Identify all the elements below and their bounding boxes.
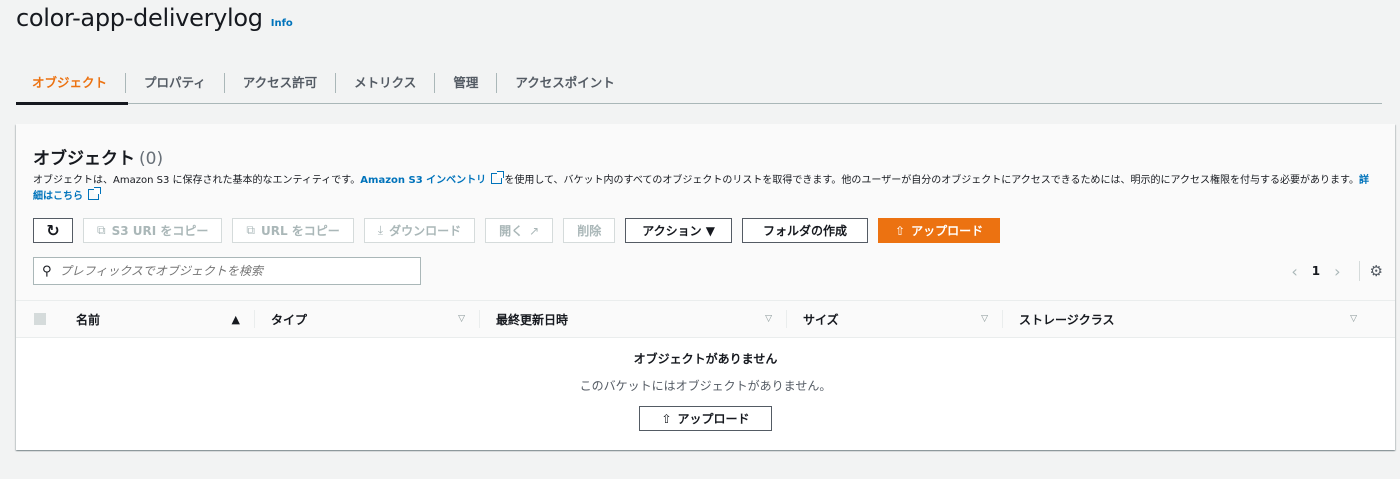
refresh-button[interactable]: ↻ [33,218,73,243]
object-count: (0) [139,149,164,169]
column-divider [479,310,480,328]
external-link-icon: ↗ [529,223,540,238]
open-button[interactable]: 開く ↗ [485,218,554,243]
column-divider [1002,310,1003,328]
download-label: ダウンロード [389,224,462,238]
column-divider [254,310,255,328]
page-header: color-app-deliverylog Info [16,4,293,32]
column-label: サイズ [803,312,839,327]
column-divider [786,310,787,328]
panel-title-text: オブジェクト [33,149,135,169]
column-header-size[interactable]: サイズ ▽ [803,310,1002,328]
sort-icon: ▽ [765,314,772,324]
download-icon: ⤓ [377,223,384,237]
active-tab-indicator [16,102,128,105]
search-icon: ⚲ [42,263,52,279]
empty-upload-button[interactable]: ⇧ アップロード [639,406,772,431]
column-header-name[interactable]: 名前 ▲ [76,310,254,328]
upload-icon: ⇧ [895,223,906,238]
tab-access-points[interactable]: アクセスポイント [497,73,632,93]
tab-permissions[interactable]: アクセス許可 [225,72,337,93]
inventory-link[interactable]: Amazon S3 インベントリ [360,175,486,186]
copy-url-label: URL をコピー [260,224,340,238]
column-header-storage-class[interactable]: ストレージクラス ▽ [1019,310,1371,328]
table-header: 名前 ▲ タイプ ▽ 最終更新日時 ▽ サイズ ▽ ストレージクラス ▽ [16,301,1395,338]
description-text-2: を使用して、バケット内のすべてのオブジェクトのリストを取得できます。他のユーザー… [504,175,1360,186]
toolbar: ↻ ⧉ S3 URI をコピー ⧉ URL をコピー ⤓ ダウンロード 開く ↗ 削除 … [33,218,1001,243]
tab-bar: オブジェクト プロパティ アクセス許可 メトリクス 管理 アクセスポイント [16,62,1382,104]
column-label: 最終更新日時 [496,312,569,327]
external-link-icon [491,171,505,184]
column-label: 名前 [76,312,101,327]
delete-button[interactable]: 削除 [563,218,616,243]
tab-management[interactable]: 管理 [435,72,498,93]
create-folder-label: フォルダの作成 [763,224,848,238]
pager-divider [1358,261,1360,281]
copy-icon: ⧉ [246,223,255,237]
current-page[interactable]: 1 [1306,264,1326,278]
tab-objects[interactable]: オブジェクト [16,72,127,93]
refresh-icon: ↻ [46,221,60,240]
panel-title: オブジェクト (0) [33,144,163,169]
copy-s3-uri-button[interactable]: ⧉ S3 URI をコピー [83,218,223,243]
sort-icon: ▽ [458,314,465,324]
search-box: ⚲ [33,257,421,285]
search-input[interactable] [59,264,400,278]
gear-icon[interactable]: ⚙ [1370,262,1383,280]
column-header-modified[interactable]: 最終更新日時 ▽ [496,310,786,328]
open-label: 開く [499,224,524,238]
copy-url-button[interactable]: ⧉ URL をコピー [232,218,354,243]
copy-icon: ⧉ [97,223,106,237]
next-page-icon[interactable]: › [1326,262,1348,281]
panel-header: オブジェクト (0) オブジェクトは、Amazon S3 に保存された基本的なエン… [16,124,1395,301]
actions-label: アクション ▼ [642,224,716,238]
actions-dropdown[interactable]: アクション ▼ [625,218,733,243]
info-link[interactable]: Info [271,18,293,29]
empty-state: オブジェクトがありません このバケットにはオブジェクトがありません。 ⇧ アップロ… [16,338,1395,431]
page-title: color-app-deliverylog [16,4,263,32]
delete-label: 削除 [577,224,602,238]
sort-ascending-icon: ▲ [231,312,240,326]
upload-label: アップロード [911,224,984,238]
tab-metrics[interactable]: メトリクス [336,72,436,93]
prev-page-icon[interactable]: ‹ [1283,262,1305,281]
column-label: タイプ [271,312,308,327]
description-text: オブジェクトは、Amazon S3 に保存された基本的なエンティティです。 [33,175,361,186]
empty-title: オブジェクトがありません [633,352,778,366]
panel-description: オブジェクトは、Amazon S3 に保存された基本的なエンティティです。Ama… [33,171,1378,205]
download-button[interactable]: ⤓ ダウンロード [363,218,476,243]
upload-icon: ⇧ [661,411,672,426]
column-label: ストレージクラス [1019,312,1115,327]
external-link-icon [88,187,102,200]
empty-upload-label: アップロード [677,412,750,426]
tab-properties[interactable]: プロパティ [126,72,225,93]
upload-button[interactable]: ⇧ アップロード [878,218,1001,243]
sort-icon: ▽ [1350,314,1357,324]
objects-panel: オブジェクト (0) オブジェクトは、Amazon S3 に保存された基本的なエン… [16,124,1395,450]
select-all-checkbox[interactable] [34,313,46,325]
sort-icon: ▽ [981,314,988,324]
copy-s3-uri-label: S3 URI をコピー [111,224,209,238]
empty-subtitle: このバケットにはオブジェクトがありません。 [579,379,832,393]
column-header-type[interactable]: タイプ ▽ [271,310,479,328]
pagination: ‹ 1 › ⚙ [1283,257,1383,285]
create-folder-button[interactable]: フォルダの作成 [742,218,869,243]
